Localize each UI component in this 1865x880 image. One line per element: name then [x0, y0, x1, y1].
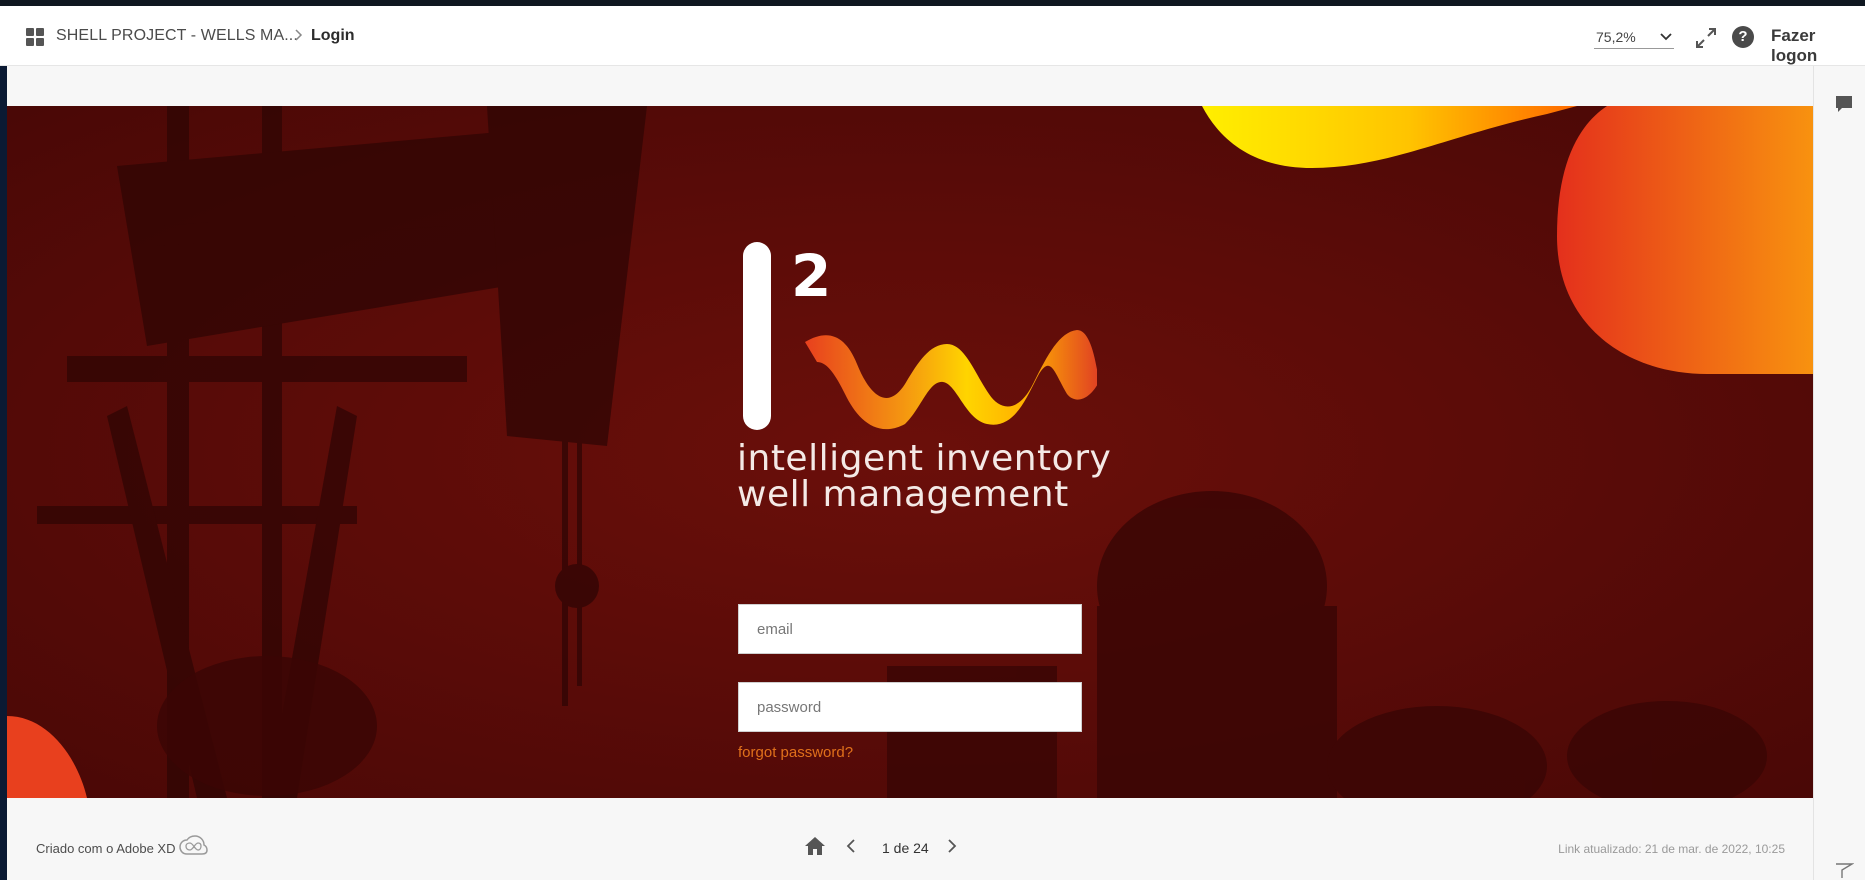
page-indicator: 1 de 24: [882, 840, 929, 856]
link-updated-label: Link atualizado: 21 de mar. de 2022, 10:…: [1558, 842, 1785, 856]
password-input[interactable]: [739, 683, 1081, 731]
chevron-down-icon: [1660, 33, 1672, 41]
created-with-label: Criado com o Adobe XD: [36, 841, 176, 856]
forgot-password-link[interactable]: forgot password?: [738, 744, 853, 761]
top-bar: SHELL PROJECT - WELLS MA... Login 75,2% …: [0, 6, 1865, 66]
breadcrumb-project[interactable]: SHELL PROJECT - WELLS MA...: [56, 27, 298, 45]
password-field[interactable]: [738, 682, 1082, 732]
home-icon[interactable]: [804, 836, 826, 856]
comment-icon[interactable]: [1834, 94, 1854, 114]
flag-icon[interactable]: [1834, 860, 1854, 880]
login-artboard: 2 intelligent inventory well management …: [7, 106, 1813, 798]
help-icon[interactable]: ?: [1732, 26, 1754, 48]
i2wm-logo: 2: [743, 242, 1097, 430]
zoom-select[interactable]: 75,2%: [1594, 27, 1674, 49]
chevron-right-icon[interactable]: [946, 838, 958, 854]
tagline-line2: well management: [737, 474, 1069, 515]
chevron-left-icon[interactable]: [845, 838, 857, 854]
login-button[interactable]: Fazer logon: [1771, 26, 1865, 66]
creative-cloud-icon[interactable]: [178, 835, 208, 857]
tagline: intelligent inventory well management: [737, 441, 1111, 513]
breadcrumb-current-page: Login: [311, 27, 355, 44]
email-field[interactable]: [738, 604, 1082, 654]
side-panel: [1813, 66, 1865, 880]
zoom-value: 75,2%: [1596, 29, 1636, 45]
window-edge: [0, 66, 7, 880]
xd-share-viewer: SHELL PROJECT - WELLS MA... Login 75,2% …: [0, 6, 1865, 880]
expand-icon[interactable]: [1694, 26, 1718, 50]
email-input[interactable]: [739, 605, 1081, 653]
chevron-right-icon: [295, 29, 303, 41]
tagline-line1: intelligent inventory: [737, 438, 1112, 479]
grid-icon[interactable]: [26, 28, 44, 46]
svg-text:2: 2: [791, 242, 831, 310]
footer: Criado com o Adobe XD 1 de 24 Link atual…: [0, 798, 1813, 880]
